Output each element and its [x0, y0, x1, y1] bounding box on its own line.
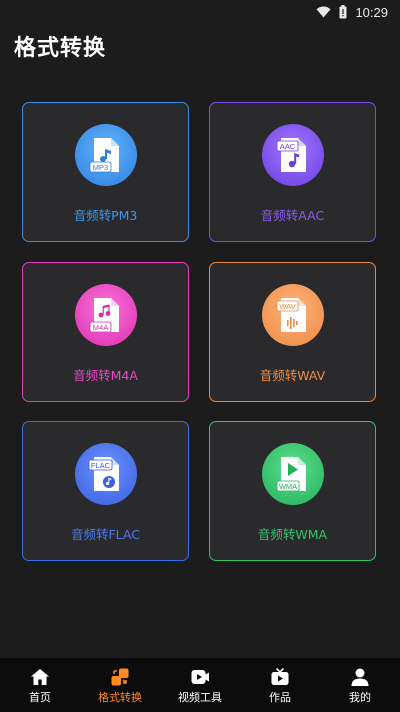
svg-text:AAC: AAC: [279, 142, 295, 151]
nav-item-video-tools[interactable]: 视频工具: [160, 658, 240, 712]
format-label: 音频转AAC: [260, 208, 325, 223]
format-card-wav[interactable]: WAV 音频转WAV: [209, 262, 376, 402]
status-time: 10:29: [355, 4, 388, 20]
nav-item-format-convert[interactable]: 格式转换: [80, 658, 160, 712]
home-icon: [31, 669, 49, 685]
page-title: 格式转换: [14, 36, 107, 61]
nav-label: 首页: [29, 691, 51, 704]
status-icons: 10:29: [316, 3, 388, 21]
nav-label: 格式转换: [98, 691, 142, 704]
wma-file-icon: WMA: [261, 443, 324, 505]
nav-item-home[interactable]: 首页: [0, 658, 80, 712]
svg-text:MP3: MP3: [92, 163, 107, 172]
wav-file-icon: WAV: [261, 284, 324, 346]
status-bar: 10:29: [0, 0, 400, 24]
format-label: 音频转PM3: [73, 208, 138, 223]
svg-text:M4A: M4A: [92, 323, 107, 332]
nav-label: 视频工具: [178, 691, 222, 704]
nav-item-profile[interactable]: 我的: [320, 658, 400, 712]
mp3-file-icon: MP3: [74, 124, 137, 186]
flac-file-icon: FLAC: [74, 443, 137, 505]
format-label: 音频转FLAC: [70, 527, 140, 542]
format-card-flac[interactable]: FLAC 音频转FLAC: [22, 421, 189, 561]
nav-label: 我的: [349, 691, 371, 704]
aac-file-icon: AAC: [261, 124, 324, 186]
convert-icon: [111, 668, 129, 686]
bottom-nav: 首页 格式转换 视频工具 作品 我的: [0, 658, 400, 712]
svg-text:WAV: WAV: [279, 302, 295, 311]
svg-text:FLAC: FLAC: [90, 461, 110, 470]
battery-icon: [339, 5, 347, 19]
format-label: 音频转M4A: [73, 368, 138, 383]
format-label: 音频转WMA: [257, 527, 328, 542]
video-tool-icon: [191, 670, 209, 684]
format-card-aac[interactable]: AAC 音频转AAC: [209, 102, 376, 242]
profile-icon: [351, 668, 369, 686]
screen: 10:29 格式转换 MP3 音频转PM3 AAC 音频转AAC M4A 音频转…: [0, 0, 400, 712]
wifi-icon: [316, 6, 331, 18]
nav-label: 作品: [269, 691, 291, 704]
format-label: 音频转WAV: [259, 368, 326, 383]
m4a-file-icon: M4A: [74, 284, 137, 346]
nav-item-works[interactable]: 作品: [240, 658, 320, 712]
format-card-wma[interactable]: WMA 音频转WMA: [209, 421, 376, 561]
format-card-m4a[interactable]: M4A 音频转M4A: [22, 262, 189, 402]
svg-text:WMA: WMA: [278, 482, 296, 491]
works-tv-icon: [271, 667, 289, 685]
format-card-mp3[interactable]: MP3 音频转PM3: [22, 102, 189, 242]
